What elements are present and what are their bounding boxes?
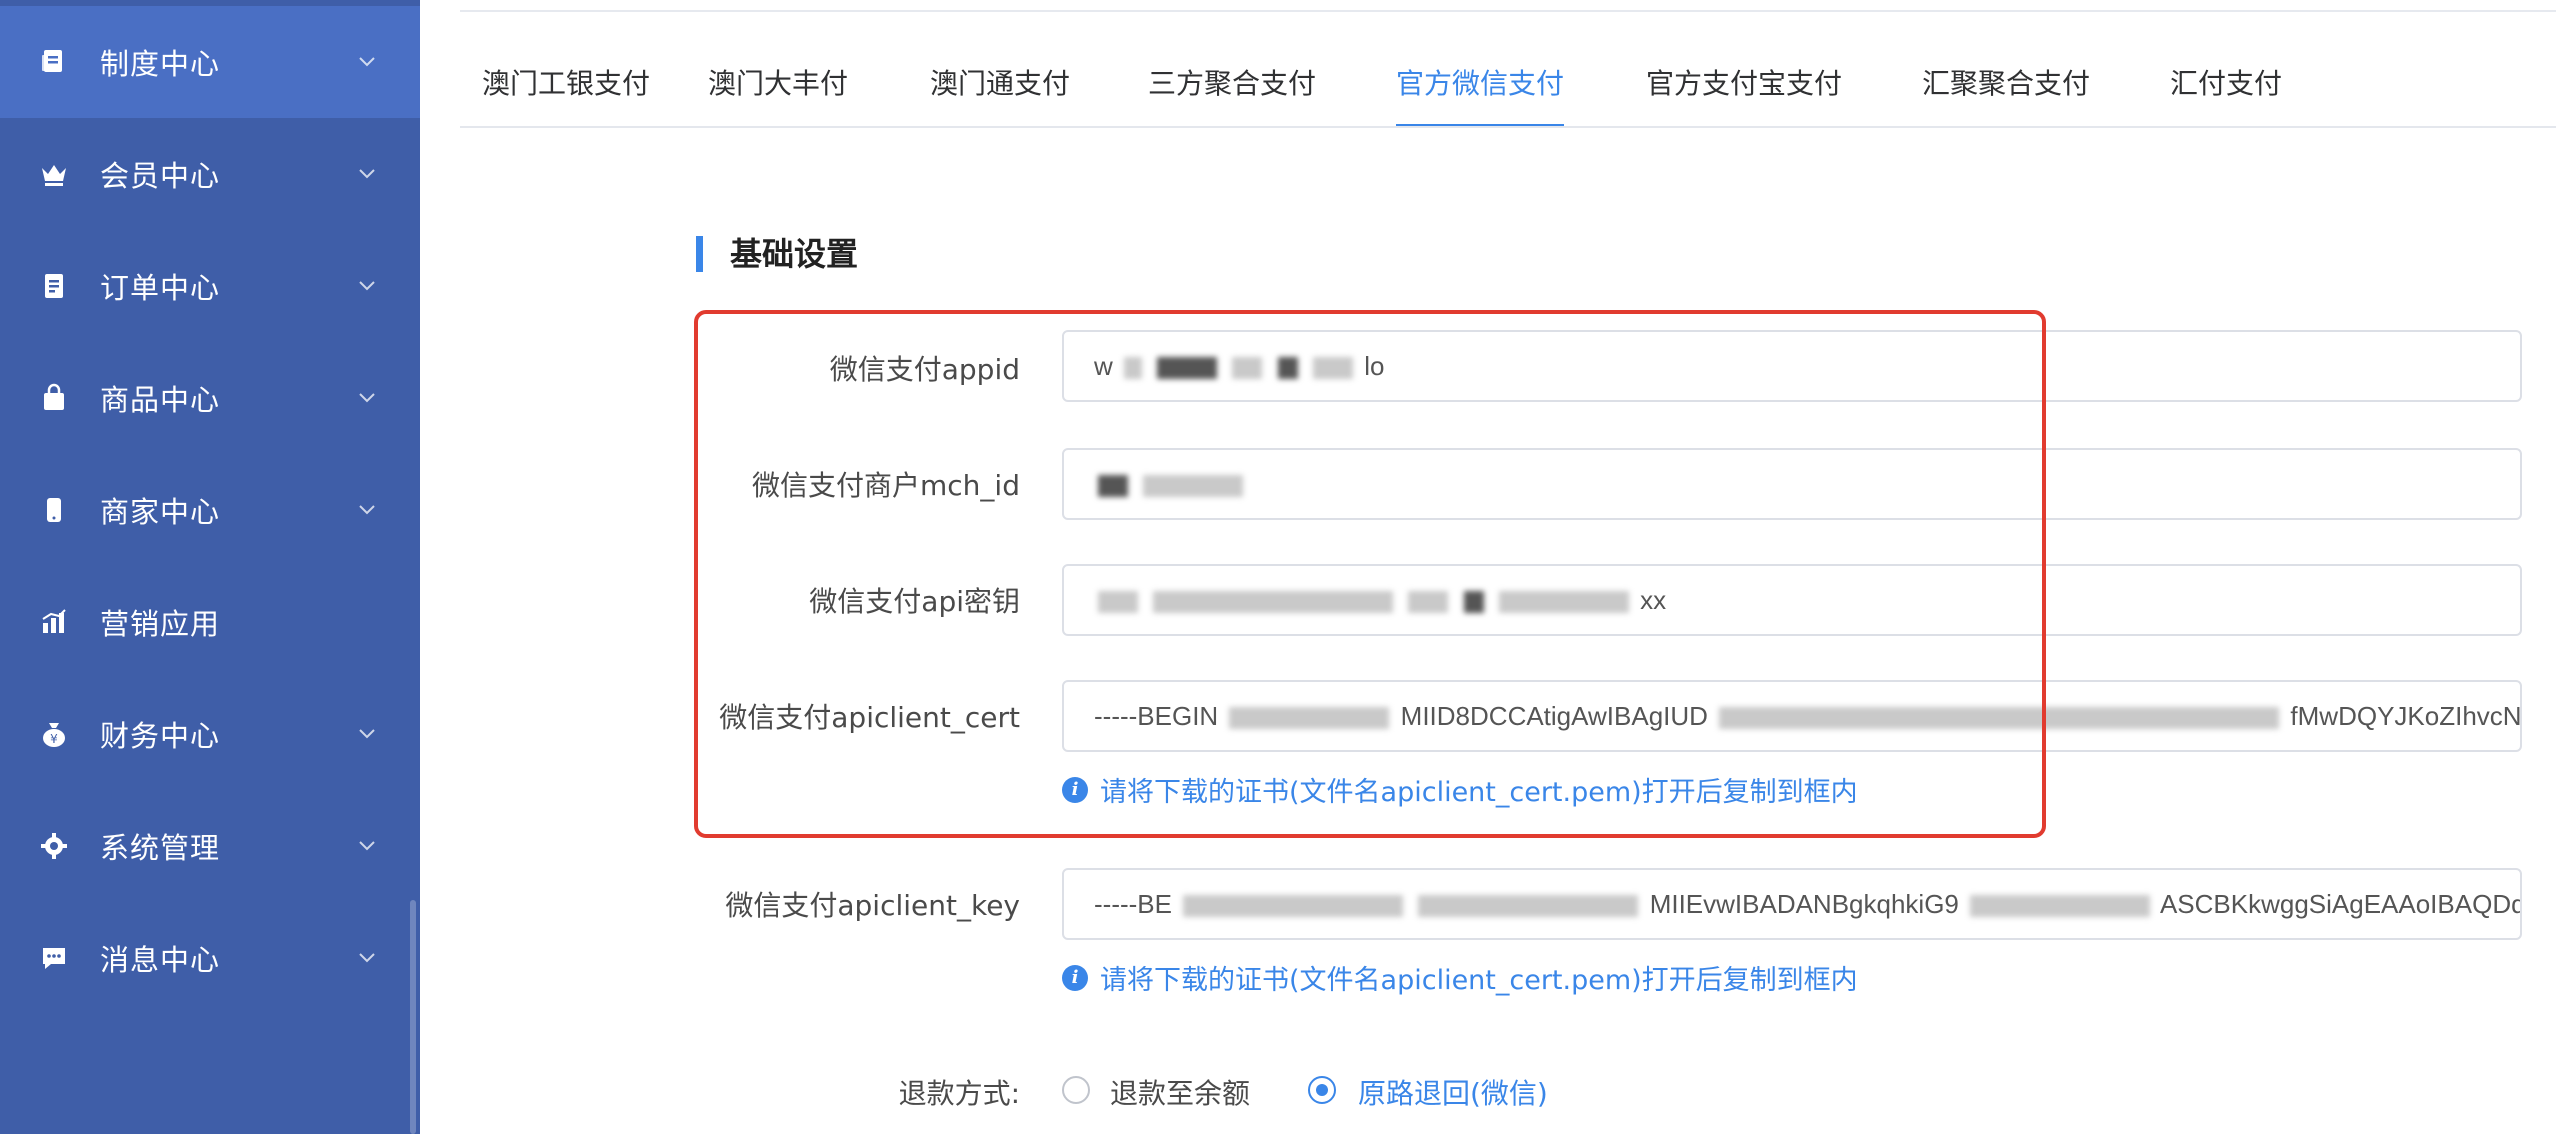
apiclient-key-value-start: -----BE (1094, 889, 1172, 919)
apiclient-key-hint-text: 请将下载的证书(文件名apiclient_cert.pem)打开后复制到框内 (1100, 965, 1858, 996)
refund-method-row: 退款方式: 退款至余额 原路退回(微信) (420, 1068, 2556, 1114)
tab-huifu-pay[interactable]: 汇付支付 (2170, 62, 2282, 128)
crown-icon (38, 158, 70, 190)
sidebar: 制度中心 会员中心 订单中心 商品中心 商家中心 营销应用 ¥ 财务中心 系统管… (0, 0, 420, 1134)
tabs-divider (460, 126, 2556, 128)
sidebar-item-label: 消息中心 (100, 943, 221, 977)
redacted-blur (1970, 895, 2151, 918)
chat-icon (38, 942, 70, 974)
sidebar-item-label: 系统管理 (100, 831, 221, 865)
sidebar-item-label: 制度中心 (100, 47, 221, 81)
sidebar-item-message-center[interactable]: 消息中心 (0, 902, 420, 1014)
refund-to-balance-radio[interactable] (1062, 1076, 1090, 1104)
sidebar-item-order-center[interactable]: 订单中心 (0, 230, 420, 342)
svg-text:¥: ¥ (50, 732, 58, 746)
refund-to-balance-label[interactable]: 退款至余额 (1110, 1072, 1250, 1112)
sidebar-item-policy-center[interactable]: 制度中心 (0, 6, 420, 118)
shopping-bag-icon (38, 382, 70, 414)
chevron-down-icon (356, 51, 378, 73)
chart-icon (38, 606, 70, 638)
chevron-down-icon (356, 947, 378, 969)
apiclient-key-label: 微信支付apiclient_key (725, 889, 1020, 922)
tab-macau-pass-pay[interactable]: 澳门通支付 (930, 62, 1070, 128)
sidebar-item-member-center[interactable]: 会员中心 (0, 118, 420, 230)
document-icon (38, 46, 70, 78)
divider (460, 10, 2556, 12)
main-content: 澳门工银支付 澳门大丰付 澳门通支付 三方聚合支付 官方微信支付 官方支付宝支付… (420, 0, 2556, 1134)
refund-method-label: 退款方式: (898, 1077, 1020, 1110)
chevron-down-icon (356, 499, 378, 521)
apiclient-key-value-end: ASCBKkwggSiAgEAAoIBAQDqiZE6y (2159, 889, 2520, 919)
sidebar-item-label: 会员中心 (100, 159, 221, 193)
apiclient-key-value-mid: MIIEvwIBADANBgkqhkiG9 (1649, 889, 1959, 919)
chevron-down-icon (356, 163, 378, 185)
apiclient-key-hint: i 请将下载的证书(文件名apiclient_cert.pem)打开后复制到框内 (1062, 958, 1858, 997)
chevron-down-icon (356, 275, 378, 297)
payment-tabs: 澳门工银支付 澳门大丰付 澳门通支付 三方聚合支付 官方微信支付 官方支付宝支付… (460, 62, 2556, 128)
tab-macau-icbc-pay[interactable]: 澳门工银支付 (482, 62, 650, 128)
tab-official-alipay[interactable]: 官方支付宝支付 (1646, 62, 1842, 128)
section-title: 基础设置 (696, 236, 858, 272)
sidebar-item-finance-center[interactable]: ¥ 财务中心 (0, 678, 420, 790)
apiclient-key-input[interactable]: -----BE MIIEvwIBADANBgkqhkiG9 ASCBKkwggS… (1062, 868, 2522, 940)
sidebar-item-system-management[interactable]: 系统管理 (0, 790, 420, 902)
sidebar-item-label: 商品中心 (100, 383, 221, 417)
sidebar-item-marketing-apps[interactable]: 营销应用 (0, 566, 420, 678)
refund-original-route-label[interactable]: 原路退回(微信) (1358, 1072, 1548, 1112)
highlight-box (694, 310, 2046, 838)
tab-macau-dafeng-pay[interactable]: 澳门大丰付 (708, 62, 848, 128)
redacted-blur (1418, 895, 1639, 918)
mobile-icon (38, 494, 70, 526)
tab-official-wechat-pay[interactable]: 官方微信支付 (1396, 62, 1565, 128)
sidebar-item-label: 财务中心 (100, 719, 221, 753)
chevron-down-icon (356, 835, 378, 857)
gear-icon (38, 830, 70, 862)
money-bag-icon: ¥ (38, 718, 70, 750)
sidebar-item-product-center[interactable]: 商品中心 (0, 342, 420, 454)
sidebar-item-merchant-center[interactable]: 商家中心 (0, 454, 420, 566)
chevron-down-icon (356, 723, 378, 745)
sidebar-item-label: 营销应用 (100, 607, 221, 641)
refund-original-route-radio[interactable] (1308, 1076, 1336, 1104)
redacted-blur (1183, 895, 1404, 918)
info-icon: i (1062, 964, 1088, 991)
sidebar-item-label: 订单中心 (100, 271, 221, 305)
chevron-down-icon (356, 387, 378, 409)
tab-third-party-aggregate-pay[interactable]: 三方聚合支付 (1148, 62, 1316, 128)
apiclient-cert-value-end: fMwDQYJKoZIhvcN (2290, 701, 2522, 731)
order-icon (38, 270, 70, 302)
tab-joinpay-aggregate-pay[interactable]: 汇聚聚合支付 (1922, 62, 2090, 128)
sidebar-item-label: 商家中心 (100, 495, 221, 529)
sidebar-scrollbar[interactable] (410, 900, 416, 1134)
